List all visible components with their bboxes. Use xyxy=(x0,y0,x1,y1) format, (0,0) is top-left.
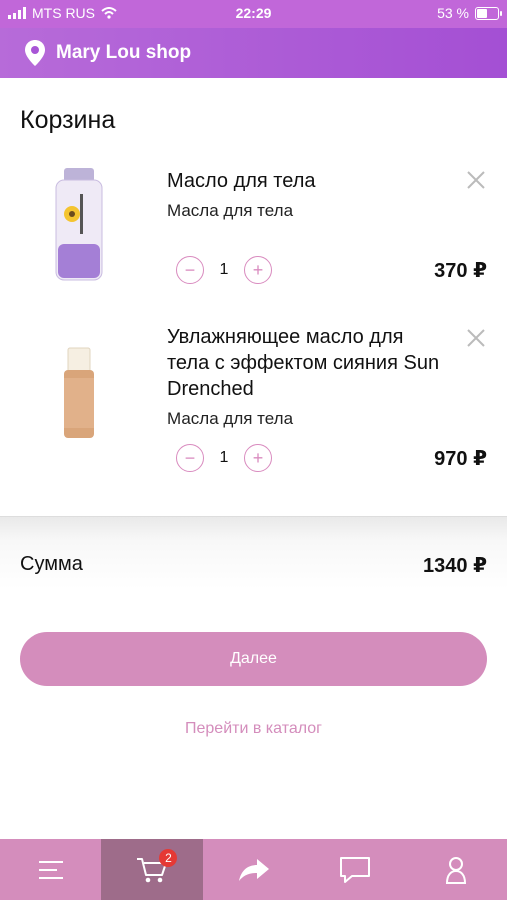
tab-share[interactable] xyxy=(203,839,304,900)
product-name[interactable]: Увлажняющее масло для тела с эффектом си… xyxy=(167,324,447,402)
quantity-value: 1 xyxy=(219,449,229,466)
increase-button[interactable]: + xyxy=(244,256,272,284)
product-image[interactable] xyxy=(20,164,142,286)
product-image[interactable] xyxy=(20,326,142,448)
menu-icon xyxy=(38,860,63,879)
clock: 22:29 xyxy=(235,5,272,21)
product-name[interactable]: Масло для тела xyxy=(167,168,447,194)
sum-label: Сумма xyxy=(20,553,83,575)
sum-total: 1340 ₽ xyxy=(423,555,487,577)
quantity-value: 1 xyxy=(219,261,229,278)
tab-profile[interactable] xyxy=(406,839,507,900)
battery-percent: 53 % xyxy=(437,5,469,21)
app-header: Mary Lou shop xyxy=(0,28,507,78)
profile-icon xyxy=(446,856,467,884)
shop-name[interactable]: Mary Lou shop xyxy=(56,42,191,64)
item-price: 970 ₽ xyxy=(434,448,487,470)
quantity-stepper: − 1 + xyxy=(176,256,272,284)
bottom-tab-bar: 2 xyxy=(0,839,507,900)
decrease-button[interactable]: − xyxy=(176,444,204,472)
product-category: Масла для тела xyxy=(167,201,294,220)
cart-summary: Сумма 1340 ₽ xyxy=(0,516,507,637)
next-button[interactable]: Далее xyxy=(20,632,487,686)
tab-menu[interactable] xyxy=(0,839,101,900)
tab-cart[interactable]: 2 xyxy=(101,839,203,900)
battery-icon xyxy=(475,6,502,20)
close-icon[interactable] xyxy=(464,326,488,350)
share-icon xyxy=(238,858,269,881)
item-price: 370 ₽ xyxy=(434,260,487,282)
close-icon[interactable] xyxy=(464,168,488,192)
chat-icon xyxy=(339,856,370,883)
go-to-catalog-link[interactable]: Перейти в каталог xyxy=(0,720,507,738)
quantity-stepper: − 1 + xyxy=(176,444,272,472)
cart-count-badge: 2 xyxy=(159,849,178,867)
decrease-button[interactable]: − xyxy=(176,256,204,284)
status-bar: MTS RUS 22:29 53 % xyxy=(0,0,507,28)
increase-button[interactable]: + xyxy=(244,444,272,472)
product-category: Масла для тела xyxy=(167,409,294,428)
tab-chat[interactable] xyxy=(304,839,405,900)
location-pin-icon xyxy=(25,40,45,66)
page-title: Корзина xyxy=(20,106,116,134)
